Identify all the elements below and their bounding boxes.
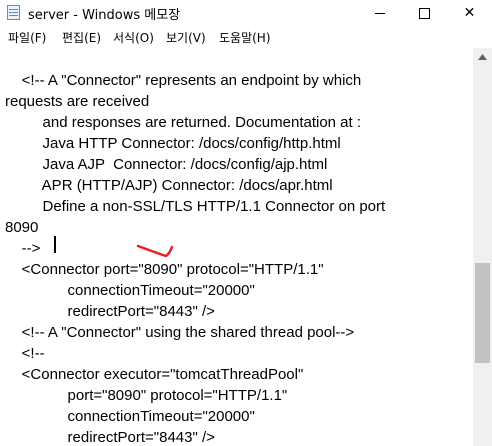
text-line: <Connector executor="tomcatThreadPool": [5, 366, 304, 383]
notepad-icon: [7, 5, 20, 20]
text-caret: [54, 236, 56, 253]
text-line: requests are received: [5, 93, 150, 110]
maximize-icon: [419, 7, 430, 19]
menu-format[interactable]: 서식(O): [113, 29, 154, 46]
text-line: Java HTTP Connector: /docs/config/http.h…: [5, 135, 341, 152]
red-underline-annotation: [136, 244, 174, 258]
scroll-up-button[interactable]: [473, 48, 492, 65]
title-bar[interactable]: server - Windows 메모장 ✕: [0, 0, 492, 26]
text-line: APR (HTTP/AJP) Connector: /docs/apr.html: [5, 177, 333, 194]
menu-bar: 파일(F) 편집(E) 서식(O) 보기(V) 도움말(H): [0, 26, 492, 49]
text-line: redirectPort="8443" />: [5, 429, 215, 446]
text-line: Java AJP Connector: /docs/config/ajp.htm…: [5, 156, 328, 173]
menu-view[interactable]: 보기(V): [166, 29, 206, 46]
text-line: <Connector port="8090" protocol="HTTP/1.…: [5, 261, 324, 278]
window-title: server - Windows 메모장: [28, 8, 181, 23]
close-button[interactable]: ✕: [447, 0, 492, 26]
text-editor[interactable]: <!-- A "Connector" represents an endpoin…: [0, 48, 473, 446]
text-line: connectionTimeout="20000": [5, 408, 255, 425]
minimize-icon: [374, 12, 385, 14]
menu-help[interactable]: 도움말(H): [219, 29, 271, 46]
close-icon: ✕: [463, 5, 476, 21]
text-line: and responses are returned. Documentatio…: [5, 114, 362, 131]
minimize-button[interactable]: [357, 0, 402, 26]
menu-file[interactable]: 파일(F): [8, 29, 46, 46]
text-line: 8090: [5, 219, 39, 236]
vertical-scrollbar[interactable]: [473, 48, 492, 446]
text-line: <!-- A "Connector" using the shared thre…: [5, 324, 355, 341]
maximize-button[interactable]: [402, 0, 447, 26]
text-line: redirectPort="8443" />: [5, 303, 215, 320]
text-line: <!-- A "Connector" represents an endpoin…: [5, 72, 362, 89]
text-line: connectionTimeout="20000": [5, 282, 255, 299]
menu-edit[interactable]: 편집(E): [62, 29, 101, 46]
text-line: Define a non-SSL/TLS HTTP/1.1 Connector …: [5, 198, 386, 215]
scroll-up-icon: [478, 53, 487, 60]
text-line: -->: [5, 240, 41, 257]
scrollbar-thumb[interactable]: [475, 263, 490, 363]
text-line: port="8090" protocol="HTTP/1.1": [5, 387, 288, 404]
text-line: <!--: [5, 345, 45, 362]
